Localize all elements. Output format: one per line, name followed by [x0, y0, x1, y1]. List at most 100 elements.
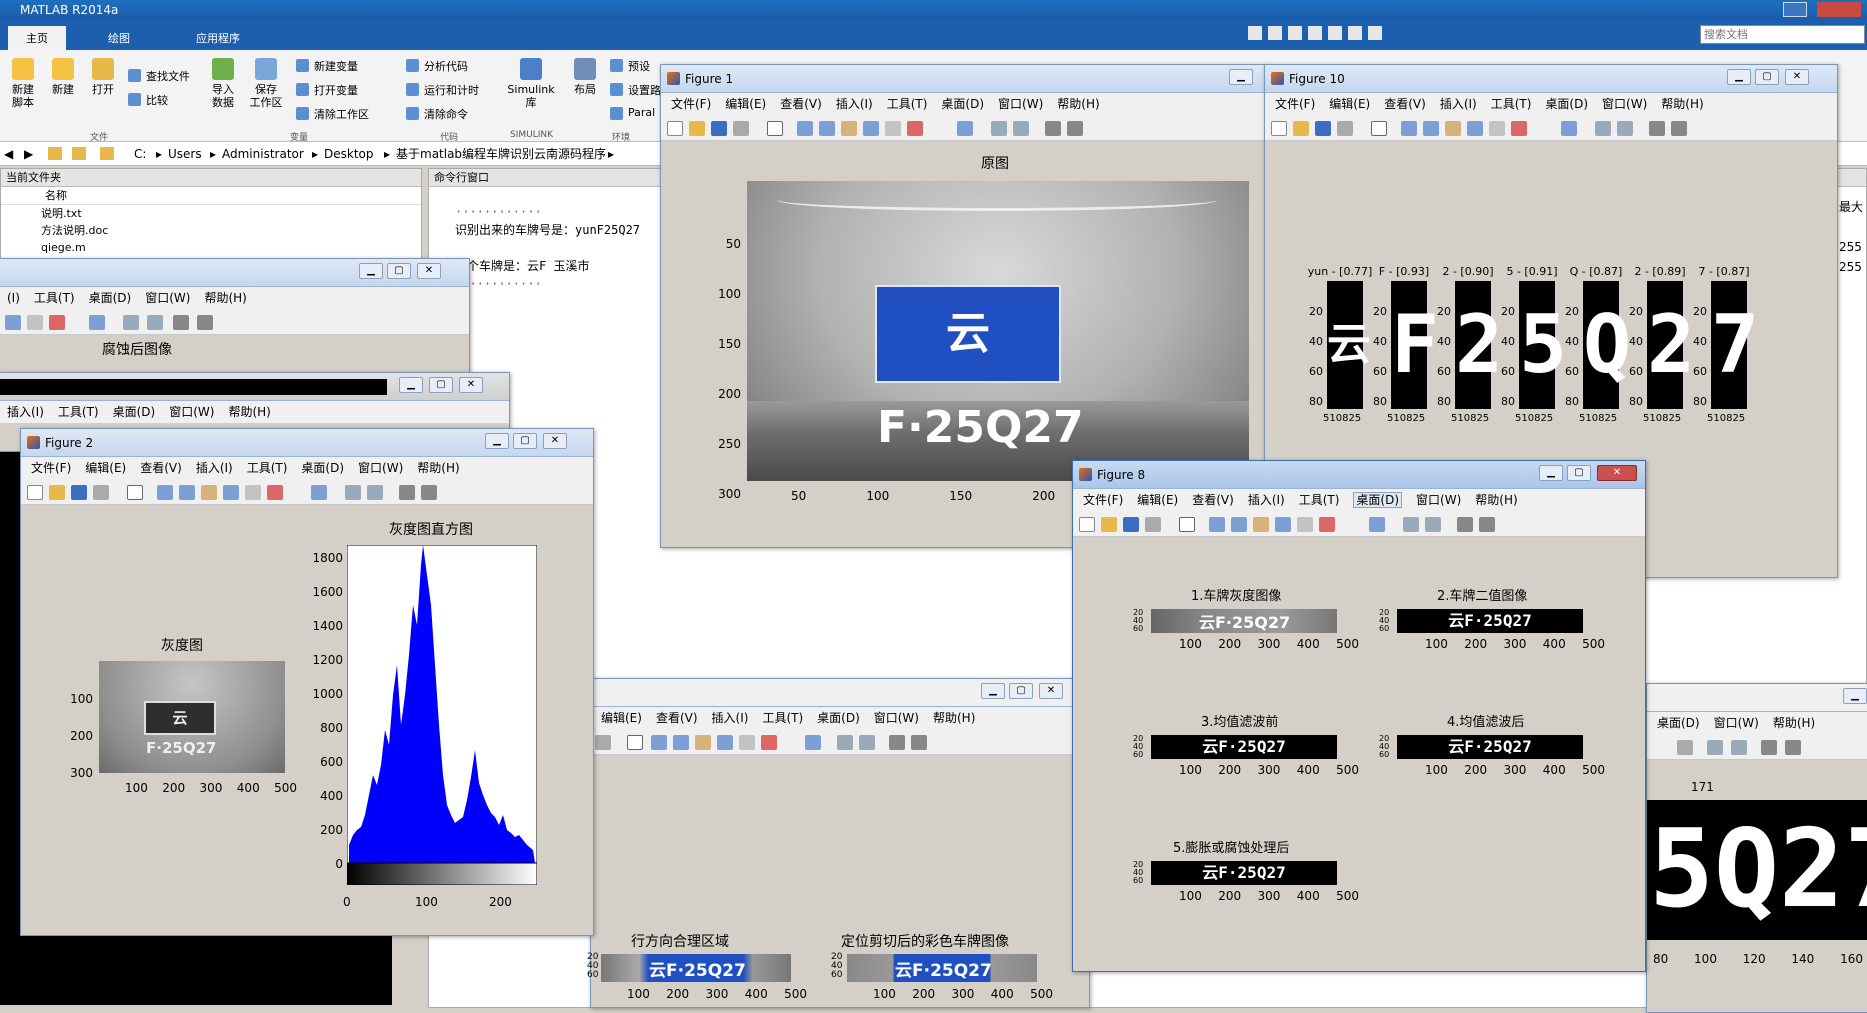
minimize-button[interactable]: ▁	[1727, 69, 1751, 85]
menu-desktop[interactable]: 桌面(D)	[817, 711, 860, 725]
menu-view[interactable]: 查看(V)	[140, 461, 182, 475]
hide-tools-icon[interactable]	[1761, 740, 1777, 755]
open-file-icon[interactable]	[1293, 121, 1309, 136]
menu-help[interactable]: 帮助(H)	[1057, 97, 1099, 111]
rotate-icon[interactable]	[223, 485, 239, 500]
zoom-in-icon[interactable]	[797, 121, 813, 136]
file-item[interactable]: 说明.txt	[41, 205, 421, 222]
menu-tools[interactable]: 工具(T)	[887, 97, 928, 111]
figure-window-erode[interactable]: ▁ ▢ ✕ (I) 工具(T) 桌面(D) 窗口(W) 帮助(H) 腐蚀后图像	[0, 258, 470, 378]
tab-plots[interactable]: 绘图	[90, 26, 148, 50]
menu-insert[interactable]: 插入(I)	[836, 97, 873, 111]
maximize-button[interactable]: ▢	[429, 377, 453, 393]
legend-icon[interactable]	[1013, 121, 1029, 136]
menu-file[interactable]: 文件(F)	[671, 97, 711, 111]
zoom-out-icon[interactable]	[673, 735, 689, 750]
rotate-icon[interactable]	[1467, 121, 1483, 136]
pan-icon[interactable]	[201, 485, 217, 500]
show-tools-icon[interactable]	[197, 315, 213, 330]
brush-icon[interactable]	[267, 485, 283, 500]
menu-edit[interactable]: 编辑(E)	[1329, 97, 1370, 111]
menu-desktop[interactable]: 桌面(D)	[1657, 716, 1700, 730]
close-button[interactable]: ✕	[459, 377, 483, 393]
hide-tools-icon[interactable]	[1649, 121, 1665, 136]
print-icon[interactable]	[595, 735, 611, 750]
redo-icon[interactable]	[1348, 26, 1362, 40]
menu-help[interactable]: 帮助(H)	[1475, 493, 1517, 507]
legend-icon[interactable]	[1425, 517, 1441, 532]
menu-help[interactable]: 帮助(H)	[417, 461, 459, 475]
minimize-button[interactable]: ▁	[1843, 688, 1867, 704]
figure-window-2[interactable]: Figure 2 ▁ ▢ ✕ 文件(F) 编辑(E) 查看(V) 插入(I) 工具(T)…	[20, 428, 594, 936]
maximize-button[interactable]: ▢	[1567, 465, 1591, 481]
minimize-button[interactable]	[1783, 2, 1807, 17]
new-figure-icon[interactable]	[1079, 517, 1095, 532]
back-icon[interactable]: ◀	[4, 142, 13, 166]
menu-tools[interactable]: 工具(T)	[34, 291, 75, 305]
colorbar-icon[interactable]	[1707, 740, 1723, 755]
menu-insert[interactable]: 插入(I)	[1440, 97, 1477, 111]
pan-icon[interactable]	[1253, 517, 1269, 532]
link-icon[interactable]	[957, 121, 973, 136]
menu-help[interactable]: 帮助(H)	[1773, 716, 1815, 730]
open-variable-button[interactable]: 打开变量	[296, 82, 358, 98]
menu-view[interactable]: 查看(V)	[656, 711, 698, 725]
menu-insert[interactable]: 插入(I)	[7, 405, 44, 419]
legend-icon[interactable]	[859, 735, 875, 750]
menu-file[interactable]: 文件(F)	[1083, 493, 1123, 507]
menu-file[interactable]: 文件(F)	[31, 461, 71, 475]
layout-button[interactable]: 布局	[570, 58, 600, 96]
colorbar-icon[interactable]	[991, 121, 1007, 136]
menu-window[interactable]: 窗口(W)	[1714, 716, 1759, 730]
link-icon[interactable]	[1561, 121, 1577, 136]
show-tools-icon[interactable]	[1067, 121, 1083, 136]
menu-window[interactable]: 窗口(W)	[1602, 97, 1647, 111]
colorbar-icon[interactable]	[837, 735, 853, 750]
menu-desktop[interactable]: 桌面(D)	[1545, 97, 1588, 111]
legend-icon[interactable]	[1731, 740, 1747, 755]
menu-desktop[interactable]: 桌面(D)	[941, 97, 984, 111]
open-button[interactable]: 打开	[88, 58, 118, 96]
maximize-button[interactable]: ▢	[513, 433, 537, 449]
new-script-button[interactable]: 新建 脚本	[8, 58, 38, 109]
menu-edit[interactable]: 编辑(E)	[85, 461, 126, 475]
menu-view[interactable]: 查看(V)	[1384, 97, 1426, 111]
legend-icon[interactable]	[1617, 121, 1633, 136]
save-icon[interactable]	[711, 121, 727, 136]
menu-desktop[interactable]: 桌面(D)	[89, 291, 132, 305]
menu-window[interactable]: 窗口(W)	[169, 405, 214, 419]
data-cursor-icon[interactable]	[885, 121, 901, 136]
hide-tools-icon[interactable]	[1457, 517, 1473, 532]
menu-desktop[interactable]: 桌面(D)	[301, 461, 344, 475]
brush-icon[interactable]	[49, 315, 65, 330]
colorbar-icon[interactable]	[345, 485, 361, 500]
zoom-out-icon[interactable]	[1231, 517, 1247, 532]
new-figure-icon[interactable]	[1271, 121, 1287, 136]
undo-icon[interactable]	[1328, 26, 1342, 40]
save-workspace-button[interactable]: 保存 工作区	[248, 58, 284, 109]
colorbar-icon[interactable]	[1595, 121, 1611, 136]
pan-icon[interactable]	[695, 735, 711, 750]
zoom-in-icon[interactable]	[1209, 517, 1225, 532]
file-item[interactable]: 方法说明.doc	[41, 222, 421, 239]
new-button[interactable]: 新建	[48, 58, 78, 96]
menu-desktop[interactable]: 桌面(D)	[1353, 492, 1403, 508]
minimize-button[interactable]: ▁	[1229, 69, 1253, 85]
menu-insert[interactable]: (I)	[7, 291, 20, 305]
pan-icon[interactable]	[1445, 121, 1461, 136]
save-icon[interactable]	[1123, 517, 1139, 532]
data-cursor-icon[interactable]	[27, 315, 43, 330]
rotate-icon[interactable]	[863, 121, 879, 136]
menu-edit[interactable]: 编辑(E)	[725, 97, 766, 111]
maximize-button[interactable]: ▢	[387, 263, 411, 279]
menu-window[interactable]: 窗口(W)	[1416, 493, 1461, 507]
legend-icon[interactable]	[367, 485, 383, 500]
menu-insert[interactable]: 插入(I)	[196, 461, 233, 475]
hide-tools-icon[interactable]	[889, 735, 905, 750]
pointer-icon[interactable]	[627, 735, 643, 750]
save-icon[interactable]	[1315, 121, 1331, 136]
menu-help[interactable]: 帮助(H)	[204, 291, 246, 305]
brush-icon[interactable]	[761, 735, 777, 750]
legend-icon[interactable]	[147, 315, 163, 330]
zoom-out-icon[interactable]	[1423, 121, 1439, 136]
